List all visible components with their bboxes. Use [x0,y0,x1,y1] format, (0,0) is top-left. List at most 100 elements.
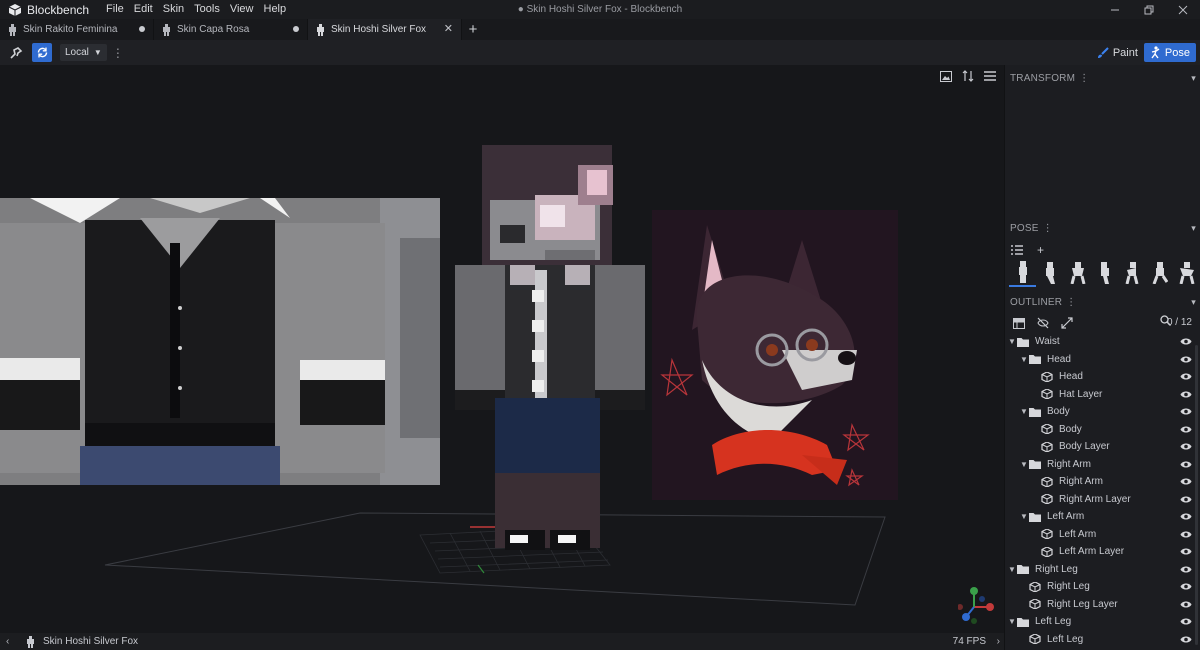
minimize-button[interactable] [1098,0,1132,19]
tab-skin-rakito-feminina[interactable]: Skin Rakito Feminina [0,19,154,40]
eye-icon[interactable] [1180,460,1192,469]
close-window-button[interactable] [1166,0,1200,19]
chevron-down-icon[interactable]: ▾ [1191,73,1196,84]
outliner-group-row[interactable]: ▼ Body [1005,403,1200,421]
panel-menu-icon[interactable]: ⋮ [1079,73,1089,84]
chevron-down-icon[interactable]: ▼ [1019,355,1029,364]
outliner-cube-row[interactable]: Hat Layer [1005,386,1200,404]
chevron-down-icon[interactable]: ▼ [1007,337,1017,346]
eye-icon[interactable] [1180,547,1192,556]
panel-menu-icon[interactable]: ⋮ [1066,297,1076,308]
chevron-down-icon[interactable]: ▼ [1007,565,1017,574]
chevron-down-icon[interactable]: ▼ [1019,407,1029,416]
outliner-group-row[interactable]: ▼ Head [1005,351,1200,369]
chevron-down-icon[interactable]: ▾ [1191,223,1196,234]
menu-view[interactable]: View [225,0,259,19]
chevron-down-icon[interactable]: ▾ [1191,297,1196,308]
pose-preset-7[interactable] [1174,259,1200,287]
expand-all-button[interactable] [1058,315,1076,331]
outliner-scrollbar[interactable] [1195,345,1198,645]
3d-viewport[interactable] [0,65,1004,633]
outliner-cube-row[interactable]: Body Layer [1005,438,1200,456]
panel-menu-icon[interactable]: ⋮ [1043,223,1053,234]
toggle-groups-button[interactable] [1010,315,1028,331]
menu-help[interactable]: Help [259,0,292,19]
eye-icon[interactable] [1180,495,1192,504]
eye-icon[interactable] [1180,442,1192,451]
transform-space-select[interactable]: Local ▼ [60,44,107,61]
tab-skin-capa-rosa[interactable]: Skin Capa Rosa [154,19,308,40]
paint-mode-button[interactable]: Paint [1091,43,1144,62]
list-icon[interactable] [1011,245,1023,255]
unsaved-indicator-icon[interactable] [293,26,299,32]
menu-tools[interactable]: Tools [189,0,225,19]
eye-icon[interactable] [1180,355,1192,364]
outliner-cube-row[interactable]: Right Arm [1005,473,1200,491]
eye-icon[interactable] [1180,372,1192,381]
maximize-button[interactable] [1132,0,1166,19]
chevron-left-icon[interactable]: ‹ [6,636,18,647]
viewport-menu-button[interactable] [984,70,996,82]
outliner-cube-row[interactable]: Right Leg [1005,578,1200,596]
toolbar-more-icon[interactable]: ⋮ [112,46,124,60]
outliner-cube-row[interactable]: Left Arm Layer [1005,543,1200,561]
tab-skin-hoshi-silver-fox[interactable]: Skin Hoshi Silver Fox ✕ [308,19,462,40]
outliner-group-row[interactable]: ▼ Waist [1005,333,1200,351]
eye-icon[interactable] [1180,407,1192,416]
chevron-right-icon[interactable]: › [997,636,1000,647]
pose-preset-5[interactable] [1119,259,1146,287]
chevron-down-icon[interactable]: ▼ [1019,460,1029,469]
outliner-cube-row[interactable]: Left Arm [1005,526,1200,544]
transform-panel-header[interactable]: TRANSFORM ⋮ ▾ [1005,67,1200,89]
outliner-panel-header[interactable]: OUTLINER ⋮ ▾ [1005,291,1200,313]
outliner-cube-row[interactable]: Body [1005,421,1200,439]
outliner-cube-row[interactable]: Head [1005,368,1200,386]
screenshot-button[interactable] [940,70,952,82]
menu-skin[interactable]: Skin [158,0,189,19]
eye-icon[interactable] [1180,425,1192,434]
eye-icon[interactable] [1180,512,1192,521]
toggle-visibility-button[interactable] [1034,315,1052,331]
skin-model[interactable] [450,140,650,560]
chevron-down-icon[interactable]: ▼ [1007,617,1017,626]
pose-figure-icon [1018,261,1027,283]
chevron-down-icon[interactable]: ▼ [1019,512,1029,521]
pose-figure-icon [1125,262,1139,284]
eye-icon[interactable] [1180,530,1192,539]
pose-preset-default[interactable] [1009,259,1037,287]
eye-icon[interactable] [1180,582,1192,591]
eye-icon[interactable] [1180,617,1192,626]
outliner-cube-row[interactable]: Left Leg [1005,631,1200,649]
axis-gizmo-icon[interactable] [958,585,998,625]
outliner-group-row[interactable]: ▼ Left Leg [1005,613,1200,631]
new-tab-button[interactable]: + [462,19,484,40]
rotate-tool-button[interactable] [32,43,52,62]
outliner-cube-row[interactable]: Right Arm Layer [1005,491,1200,509]
pose-preset-4[interactable] [1091,259,1118,287]
eye-icon[interactable] [1180,390,1192,399]
pose-preset-6[interactable] [1146,259,1173,287]
reference-image-wolf[interactable] [652,210,898,500]
unsaved-indicator-icon[interactable] [139,26,145,32]
pose-preset-2[interactable] [1036,259,1063,287]
reference-image-shirt[interactable] [0,198,440,485]
eye-icon[interactable] [1180,337,1192,346]
eye-icon[interactable] [1180,635,1192,644]
pose-mode-button[interactable]: Pose [1143,43,1196,62]
outliner-group-row[interactable]: ▼ Left Arm [1005,508,1200,526]
close-tab-icon[interactable]: ✕ [444,22,453,35]
add-pose-icon[interactable]: + [1037,243,1044,257]
outliner-group-row[interactable]: ▼ Right Leg [1005,561,1200,579]
rotate-icon [37,47,47,58]
outliner-cube-row[interactable]: Right Leg Layer [1005,596,1200,614]
eye-icon[interactable] [1180,565,1192,574]
menu-file[interactable]: File [101,0,129,19]
eye-icon[interactable] [1180,600,1192,609]
pose-tool-button[interactable] [6,43,26,62]
pose-panel-header[interactable]: POSE ⋮ ▾ [1005,217,1200,239]
pose-preset-3[interactable] [1064,259,1091,287]
sort-toggle-button[interactable] [962,70,974,82]
outliner-group-row[interactable]: ▼ Right Arm [1005,456,1200,474]
eye-icon[interactable] [1180,477,1192,486]
menu-edit[interactable]: Edit [129,0,158,19]
